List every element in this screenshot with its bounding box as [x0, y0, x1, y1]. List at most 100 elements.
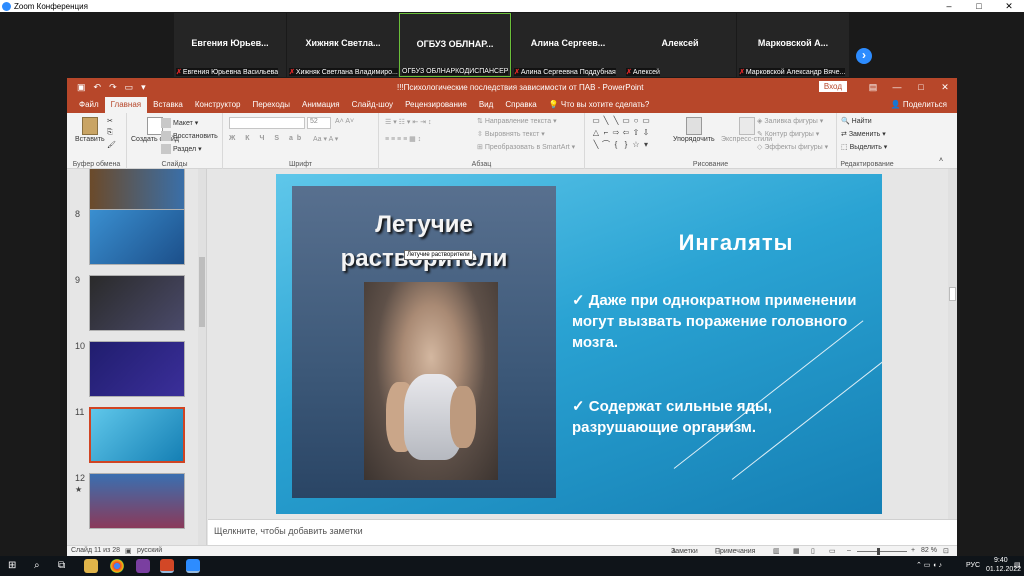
zoom-level[interactable]: 82 %	[921, 547, 937, 554]
zoom-minimize-button[interactable]: –	[934, 0, 964, 12]
shape-outline-button[interactable]: ✎ Контур фигуры ▾	[757, 130, 819, 138]
ppt-restore-button[interactable]: □	[909, 78, 933, 97]
tab-review[interactable]: Рецензирование	[399, 97, 473, 113]
layout-button[interactable]: Макет ▾	[161, 118, 198, 128]
convert-smartart-button[interactable]: ⊞ Преобразовать в SmartArt ▾	[477, 143, 575, 151]
slideshow-icon[interactable]: ▭	[829, 547, 836, 555]
participant-tile[interactable]: Алексей ✗Алексей	[624, 13, 736, 77]
slide-thumbnail[interactable]	[89, 209, 185, 265]
participant-tile[interactable]: Хижняк Светла... ✗Хижняк Светлана Владим…	[287, 13, 399, 77]
slide-sorter-icon[interactable]: ▦	[793, 547, 800, 555]
ppt-close-button[interactable]: ✕	[933, 78, 957, 97]
shapes-gallery[interactable]: ▭ ╲ ╲ ▭ ○ ▭ △ ⌐ ⇨ ⇦ ⇧ ⇩ ╲ ⌒{} ☆ ▾	[591, 116, 667, 152]
notes-pane[interactable]: Щелкните, чтобы добавить заметки	[208, 519, 957, 545]
participant-tile-active-speaker[interactable]: ОГБУЗ ОБЛНАР... ОГБУЗ ОБЛНАРКОДИСПАНСЕР	[399, 13, 511, 77]
font-name-input[interactable]	[229, 117, 305, 129]
tab-transitions[interactable]: Переходы	[246, 97, 296, 113]
shape-effects-button[interactable]: ◇ Эффекты фигуры ▾	[757, 143, 828, 151]
customize-qat-icon[interactable]: ▾	[141, 82, 146, 93]
tab-file[interactable]: Файл	[73, 97, 105, 113]
tab-home[interactable]: Главная	[104, 97, 148, 113]
zoom-close-button[interactable]: ✕	[994, 0, 1024, 12]
tab-view[interactable]: Вид	[473, 97, 499, 113]
format-painter-icon[interactable]: 🖌	[107, 141, 116, 149]
replace-button[interactable]: ⇄ Заменить ▾	[841, 130, 886, 138]
task-view-icon[interactable]: ⧉	[58, 560, 65, 571]
slide-bullet[interactable]: ✓ Даже при однократном применении могут …	[572, 290, 862, 353]
file-explorer-icon[interactable]	[84, 559, 98, 573]
zoom-taskbar-icon[interactable]	[186, 559, 200, 573]
search-icon[interactable]: ⌕	[34, 560, 40, 571]
tab-design[interactable]: Конструктор	[189, 97, 247, 113]
chrome-icon[interactable]	[110, 559, 124, 573]
zoom-slider[interactable]	[857, 551, 907, 552]
select-button[interactable]: ⬚ Выделить ▾	[841, 143, 887, 151]
align-text-button[interactable]: ⇳ Выровнять текст ▾	[477, 130, 545, 138]
cut-icon[interactable]: ✂	[107, 117, 113, 125]
zoom-maximize-button[interactable]: □	[964, 0, 994, 12]
current-slide[interactable]: Летучие растворители Летучие растворител…	[276, 174, 882, 514]
copy-icon[interactable]: ⎘	[107, 129, 113, 137]
language-indicator[interactable]: русский	[137, 547, 162, 554]
slide-heading[interactable]: Ингаляты	[616, 230, 856, 256]
font-group: 52 A˄ A˅ Ж К Ч S ab Aa ▾ A ▾ Шрифт	[223, 113, 379, 169]
powerpoint-taskbar-icon[interactable]	[160, 559, 174, 573]
share-button[interactable]: 👤 Поделиться	[891, 100, 947, 109]
normal-view-icon[interactable]: ▥	[773, 547, 780, 555]
windows-start-icon[interactable]: ⊞	[8, 560, 16, 571]
zoom-in-icon[interactable]: +	[911, 547, 915, 554]
language-indicator[interactable]: РУС	[966, 562, 980, 569]
tray-icons[interactable]: ⌃ ▭ ◖ ♪	[916, 561, 942, 569]
slide-thumbnail-selected[interactable]	[89, 407, 185, 463]
thumbnails-scrollbar[interactable]	[198, 169, 206, 545]
reading-view-icon[interactable]: ▯	[811, 547, 815, 555]
slide-image-panel[interactable]: Летучие растворители Летучие растворител…	[292, 186, 556, 498]
fit-slide-icon[interactable]: ⊡	[943, 547, 949, 555]
slide-bullet[interactable]: ✓ Содержат сильные яды, разрушающие орга…	[572, 396, 862, 438]
slide-thumbnail[interactable]	[89, 341, 185, 397]
tab-help[interactable]: Справка	[499, 97, 542, 113]
slide-scrollbar[interactable]	[948, 169, 957, 545]
participant-tile[interactable]: Марковской А... ✗Марковской Александр Вя…	[737, 13, 849, 77]
list-icons[interactable]: ☰ ▾ ☷ ▾ ⇤ ⇥ ↕	[385, 118, 431, 126]
tab-insert[interactable]: Вставка	[147, 97, 189, 113]
arrange-button[interactable]: Упорядочить	[673, 117, 715, 143]
next-participants-button[interactable]: ›	[856, 48, 872, 64]
slide-thumbnail[interactable]	[89, 275, 185, 331]
app-icon[interactable]	[136, 559, 150, 573]
slide-photo[interactable]	[364, 282, 498, 480]
participant-label: Хижняк Светлана Владимиро...	[295, 69, 398, 76]
zoom-slider-thumb[interactable]	[877, 548, 880, 555]
undo-icon[interactable]: ↶	[94, 82, 102, 93]
participant-tile[interactable]: Алина Сергеев... ✗Алина Сергеевна Поддуб…	[512, 13, 624, 77]
section-button[interactable]: Раздел ▾	[161, 144, 202, 154]
signin-button[interactable]: Вход	[818, 81, 847, 92]
paste-button[interactable]: Вставить	[75, 117, 105, 143]
grow-font-icon[interactable]: A˄ A˅	[335, 118, 354, 125]
save-icon[interactable]: ▣	[77, 82, 86, 93]
present-icon[interactable]: ▭	[125, 82, 134, 93]
font-format-buttons[interactable]: Ж К Ч S ab	[229, 135, 305, 142]
redo-icon[interactable]: ↷	[109, 82, 117, 93]
font-color-icon[interactable]: Aa ▾ A ▾	[313, 135, 338, 143]
find-button[interactable]: 🔍 Найти	[841, 117, 872, 125]
collapse-ribbon-icon[interactable]: ˄	[939, 157, 943, 164]
align-icons[interactable]: ≡ ≡ ≡ ≡ ▦ ↕	[385, 135, 421, 143]
slide-thumbnail[interactable]	[89, 473, 185, 529]
tell-me-search[interactable]: 💡 Что вы хотите сделать?	[543, 97, 656, 113]
spellcheck-icon[interactable]: ▣	[125, 547, 132, 555]
ppt-minimize-button[interactable]: —	[885, 78, 909, 97]
reset-button[interactable]: Восстановить	[161, 131, 218, 141]
tab-animations[interactable]: Анимация	[296, 97, 346, 113]
scrollbar-thumb[interactable]	[199, 257, 205, 327]
participant-tile[interactable]: Евгения Юрьев... ✗Евгения Юрьевна Василь…	[174, 13, 286, 77]
tab-slideshow[interactable]: Слайд-шоу	[346, 97, 399, 113]
font-size-input[interactable]: 52	[307, 117, 331, 129]
ribbon-display-icon[interactable]: ▤	[861, 78, 885, 97]
scrollbar-thumb[interactable]	[949, 287, 956, 301]
clock-time[interactable]: 9:40	[994, 557, 1008, 564]
text-direction-button[interactable]: ⇅ Направление текста ▾	[477, 117, 557, 125]
shape-fill-button[interactable]: ◈ Заливка фигуры ▾	[757, 117, 823, 125]
zoom-out-icon[interactable]: –	[847, 547, 851, 554]
notifications-icon[interactable]: ▤	[1014, 561, 1021, 569]
